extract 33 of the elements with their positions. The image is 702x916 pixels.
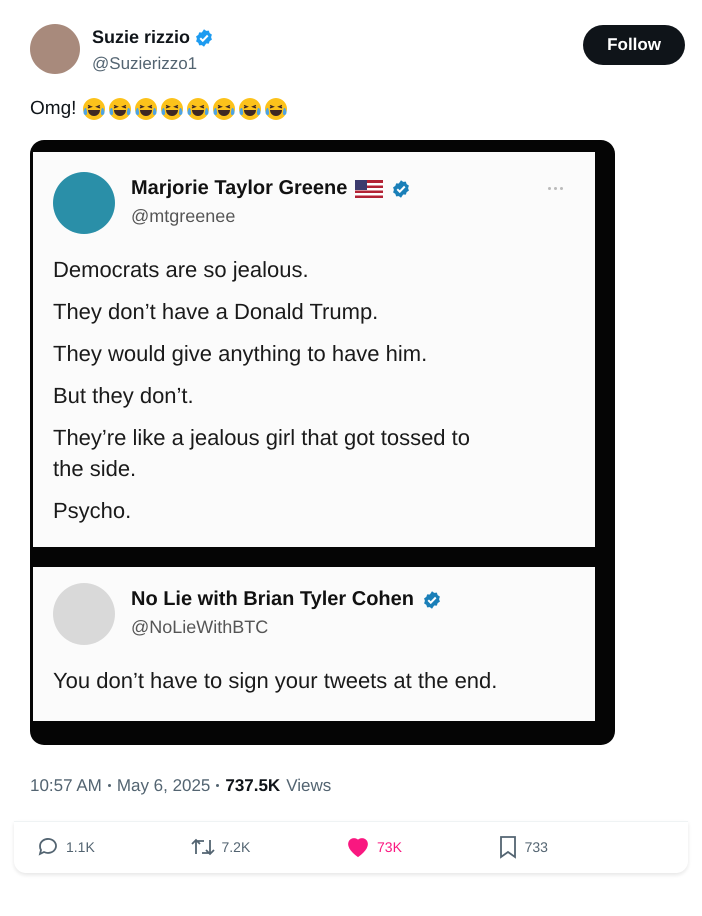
tweet-time[interactable]: 10:57 AM [30,773,102,799]
laughing-face-icon [108,96,132,121]
laughing-face-icon [82,96,106,121]
tweet-text-line: They don’t have a Donald Trump. [53,298,380,326]
author-name[interactable]: Suzie rizzio [92,24,190,51]
author-handle: @NoLieWithBTC [131,616,270,639]
action-count: 73K [377,838,402,857]
author-handle[interactable]: @Suzierizzo1 [92,51,584,76]
tweet-text-line: They would give anything to have him. [53,340,428,368]
laughing-face-icon [264,96,288,121]
views-count: 737.5K [225,775,280,798]
heart-icon[interactable] [345,835,371,860]
tweet-text-line: They’re like a jealous girl that got tossed to the side. [53,424,472,484]
follow-button[interactable]: Follow [583,25,685,65]
tweet-text-line: Psycho. [53,497,132,526]
laughing-face-icon [212,96,236,121]
avatar-placeholder[interactable] [30,24,80,74]
views-label: Views [286,775,332,798]
laughing-face-icon [186,96,210,121]
tweet-text-line: But they don’t. [53,382,195,410]
action-count: 1.1K [66,838,95,857]
author-handle: @mtgreenee [131,205,236,228]
tweet-text-line: You don’t have to sign your tweets at the end. [53,667,498,696]
action-count: 7.2K [222,838,250,857]
laughing-face-icon [238,96,262,121]
tweet-text: Omg! [30,96,76,120]
tweet-text-line: Democrats are so jealous. [53,256,310,284]
author-name: Marjorie Taylor Greene [131,176,348,201]
laughing-face-icon [134,96,158,121]
author-name: No Lie with Brian Tyler Cohen [131,587,414,612]
action-count: 733 [524,838,548,857]
laughing-face-icon [160,96,184,121]
tweet-date[interactable]: May 6, 2025 [116,773,210,799]
